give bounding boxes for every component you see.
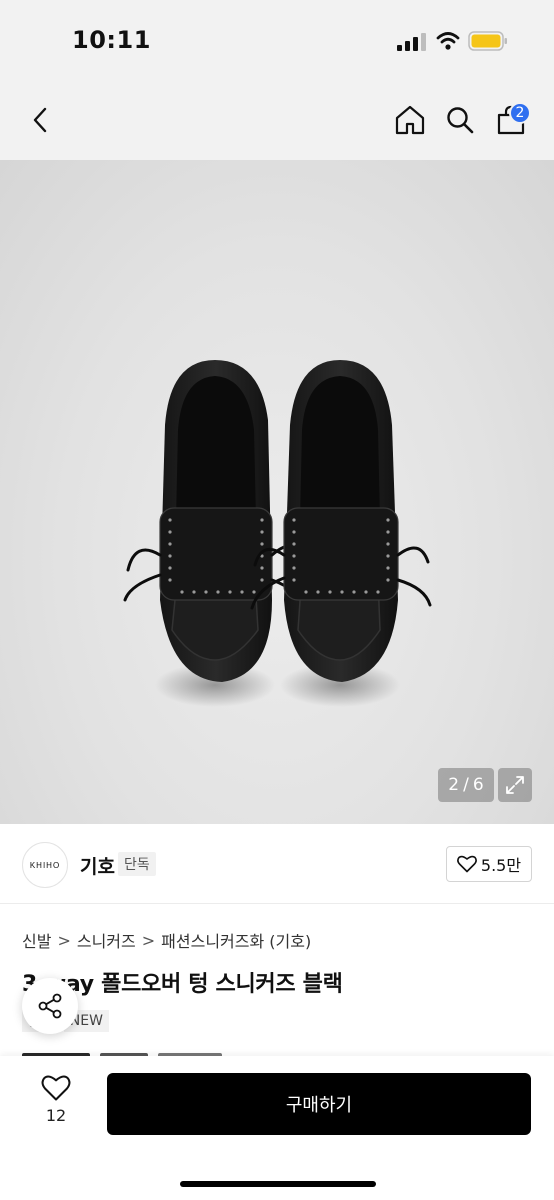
brand-logo[interactable]: KHIHO [22, 842, 68, 888]
heart-icon [41, 1075, 71, 1101]
breadcrumb-separator: > [57, 930, 71, 950]
breadcrumb-item[interactable]: 스니커즈 [77, 928, 136, 952]
cellular-signal-icon [397, 33, 426, 51]
image-counter-current: 2 [448, 775, 460, 795]
share-button[interactable] [22, 978, 78, 1034]
breadcrumb-item[interactable]: 신발 [22, 928, 51, 952]
product-photo-shoes [123, 360, 432, 707]
buy-button[interactable]: 구매하기 [107, 1073, 531, 1135]
home-icon [395, 105, 425, 135]
breadcrumb: 신발 > 스니커즈 > 패션스니커즈화 (기호) [22, 928, 311, 952]
image-counter-separator: / [463, 775, 469, 795]
expand-image-button[interactable] [498, 768, 532, 802]
status-bar: 10:11 [0, 0, 554, 80]
battery-icon [468, 31, 507, 51]
status-time: 10:11 [72, 26, 151, 54]
heart-icon [456, 855, 477, 873]
brand-exclusive-tag: 단독 [118, 852, 156, 876]
chevron-left-icon [33, 107, 47, 133]
brand-like-button[interactable]: 5.5만 [446, 846, 532, 882]
wishlist-count: 12 [45, 1106, 67, 1125]
search-button[interactable] [440, 100, 480, 140]
expand-icon [506, 776, 524, 794]
cart-count-badge: 2 [509, 102, 531, 124]
brand-like-count: 5.5만 [480, 856, 522, 875]
brand-logo-text: KHIHO [29, 860, 61, 870]
home-indicator [180, 1181, 376, 1187]
home-button[interactable] [390, 100, 430, 140]
search-icon [447, 107, 474, 134]
product-image[interactable] [0, 160, 554, 824]
back-button[interactable] [20, 100, 60, 140]
image-counter-total: 6 [472, 775, 484, 795]
breadcrumb-separator: > [141, 930, 156, 950]
brand-row: KHIHO 기호 단독 5.5만 [0, 826, 554, 904]
wishlist-button[interactable]: 12 [34, 1074, 78, 1132]
brand-name[interactable]: 기호 [80, 852, 115, 879]
share-icon [38, 993, 62, 1019]
top-nav-bar [0, 80, 554, 160]
image-counter: 2 / 6 [438, 768, 494, 802]
breadcrumb-item[interactable]: 패션스니커즈화 (기호) [161, 928, 311, 952]
wifi-icon [436, 32, 460, 50]
